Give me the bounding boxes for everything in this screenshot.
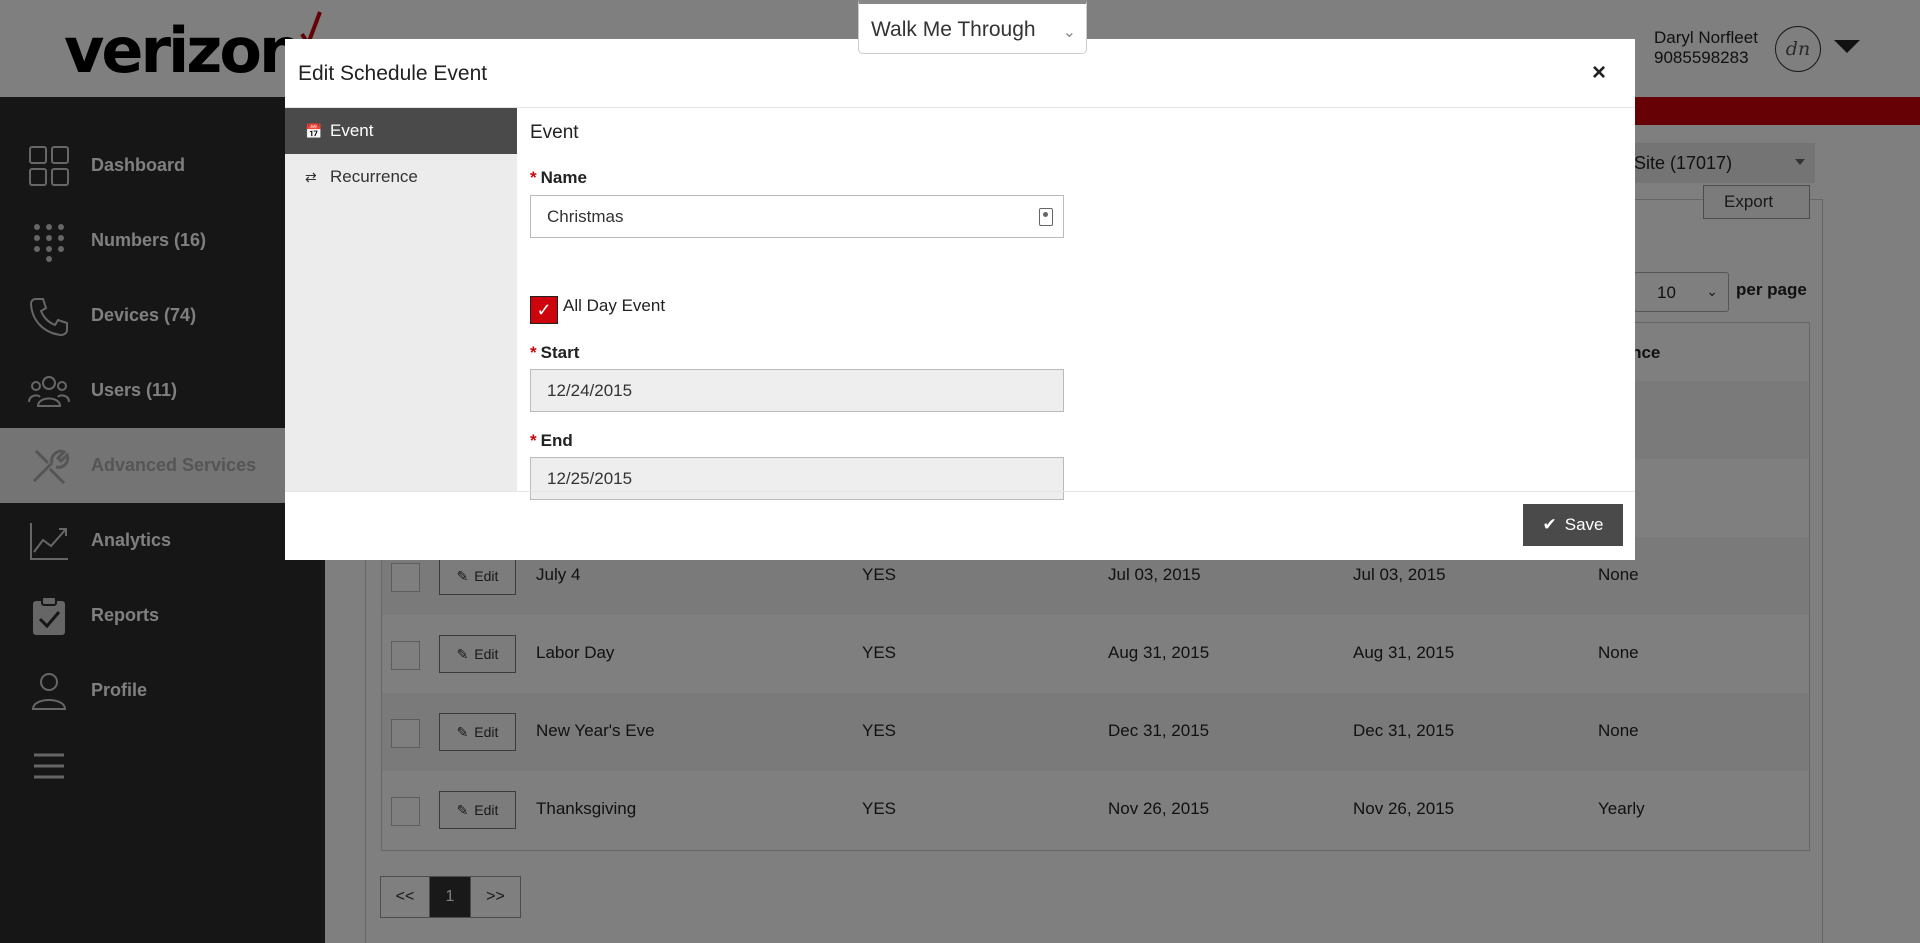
section-title: Event [530, 122, 579, 143]
name-input-value: Christmas [547, 207, 624, 226]
start-date-field[interactable]: 12/24/2015 [530, 369, 1064, 412]
edit-schedule-event-modal: Edit Schedule Event × 📅 Event ⇄ Recurren… [285, 39, 1635, 560]
all-day-label: All Day Event [563, 296, 666, 315]
all-day-checkbox[interactable]: ✓ [530, 296, 558, 324]
close-icon[interactable]: × [1592, 59, 1606, 87]
end-label: * End [530, 431, 573, 451]
end-label-text: End [540, 431, 573, 450]
event-form: Event * Name Christmas ✓ All Day Event * S… [517, 108, 1635, 500]
required-marker: * [530, 168, 537, 187]
end-date-field[interactable]: 12/25/2015 [530, 457, 1064, 500]
required-marker: * [530, 431, 537, 450]
calendar-check-icon: 📅 [305, 122, 323, 139]
divider [285, 491, 1635, 492]
tab-label: Event [330, 121, 374, 140]
start-label: * Start [530, 343, 579, 363]
start-label-text: Start [540, 343, 580, 362]
end-date-value: 12/25/2015 [547, 469, 633, 488]
walk-me-through-dropdown[interactable]: Walk Me Through ⌄ [858, 0, 1087, 54]
name-label-text: Name [540, 168, 587, 187]
contact-card-icon [1039, 208, 1053, 226]
tab-label: Recurrence [330, 167, 418, 186]
tab-event[interactable]: 📅 Event [285, 108, 517, 154]
start-date-value: 12/24/2015 [547, 381, 633, 400]
save-label: Save [1564, 515, 1604, 534]
repeat-icon: ⇄ [305, 168, 317, 185]
tab-recurrence[interactable]: ⇄ Recurrence [285, 154, 517, 200]
save-button[interactable]: ✔ Save [1523, 504, 1623, 546]
check-icon: ✓ [536, 299, 552, 320]
name-label: * Name [530, 168, 587, 188]
checkmark-icon: ✔ [1542, 515, 1557, 534]
modal-tab-nav: 📅 Event ⇄ Recurrence [285, 108, 517, 491]
required-marker: * [530, 343, 537, 362]
chevron-down-icon: ⌄ [1062, 24, 1076, 41]
walkme-label: Walk Me Through [871, 18, 1036, 41]
name-input[interactable]: Christmas [530, 195, 1064, 238]
modal-title: Edit Schedule Event [298, 62, 488, 85]
